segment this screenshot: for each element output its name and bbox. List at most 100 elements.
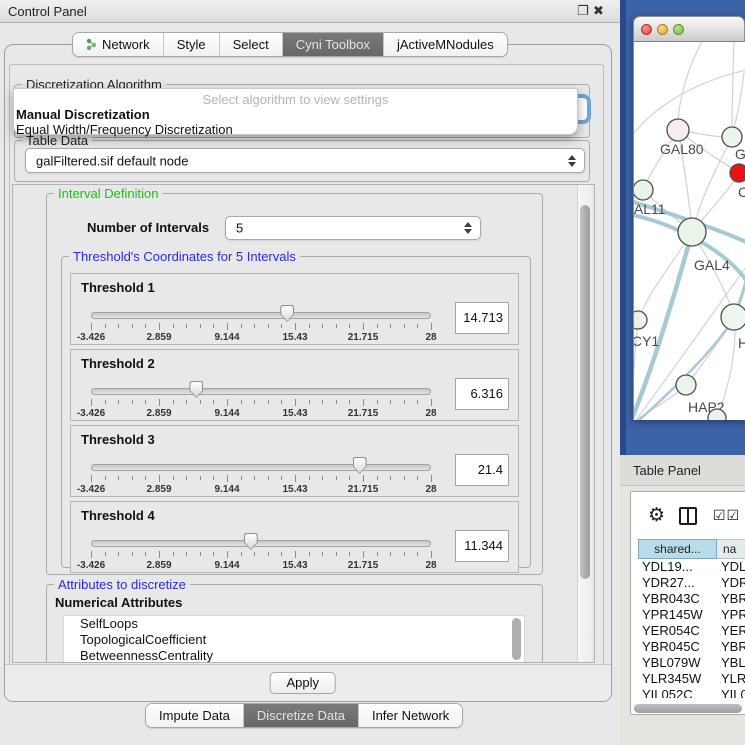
slider-ticks: [91, 399, 431, 407]
slider-track[interactable]: [91, 388, 431, 395]
threshold-slider[interactable]: -3.4262.8599.14415.4321.71528: [91, 274, 431, 346]
column-header-shared[interactable]: shared...: [638, 539, 717, 559]
threshold-slider[interactable]: -3.4262.8599.14415.4321.71528: [91, 502, 431, 574]
node-label: G: [735, 146, 745, 162]
cell-name: YDR2: [717, 575, 745, 591]
attribute-item-betweennesscentrality[interactable]: BetweennessCentrality: [64, 648, 524, 663]
tab-cyni-toolbox[interactable]: Cyni Toolbox: [283, 33, 384, 56]
tab-network[interactable]: Network: [73, 33, 164, 56]
table-row[interactable]: YPR145WYPR1: [638, 607, 745, 623]
horizontal-scrollbar-thumb[interactable]: [634, 704, 742, 713]
cell-name: YBR0: [717, 639, 745, 655]
slider-thumb[interactable]: [244, 533, 258, 550]
tab-discretize-data[interactable]: Discretize Data: [244, 704, 359, 727]
tab-label: Select: [233, 37, 269, 52]
popup-item-equal-width-frequency-discretization[interactable]: Equal Width/Frequency Discretization: [16, 122, 233, 137]
table-row[interactable]: YDR27...YDR2: [638, 575, 745, 591]
table-row[interactable]: YDL19...YDL1: [638, 559, 745, 575]
threshold-rows: Threshold 1 -3.4262.8599.14415.4321.7152…: [62, 257, 532, 569]
node-label: H: [738, 335, 745, 351]
table-data-combobox[interactable]: galFiltered.sif default node: [25, 148, 585, 173]
table-row[interactable]: YBR045CYBR0: [638, 639, 745, 655]
cell-name: YDL1: [717, 559, 745, 575]
attribute-item-selfloops[interactable]: SelfLoops: [64, 616, 524, 632]
slider-thumb[interactable]: [189, 381, 203, 398]
tab-label: Infer Network: [372, 708, 449, 723]
slider-track[interactable]: [91, 464, 431, 471]
cell-name: YBL0: [717, 655, 745, 671]
list-scrollbar-thumb[interactable]: [512, 618, 521, 660]
network-canvas[interactable]: GAL80GCGAL11GAL4GCY1HHAP2: [633, 42, 745, 420]
attribute-item-topologicalcoefficient[interactable]: TopologicalCoefficient: [64, 632, 524, 648]
network-node-gcy1[interactable]: [634, 311, 647, 329]
table-data-group: Table Data galFiltered.sif default node: [14, 140, 590, 182]
threshold-value-field[interactable]: 21.4: [455, 454, 509, 486]
threshold-value-field[interactable]: 6.316: [455, 378, 509, 410]
tick-label: 15.43: [282, 332, 307, 343]
zoom-traffic-light-icon[interactable]: [673, 24, 684, 35]
control-panel-titlebar: Control Panel ❐ ✖: [0, 0, 620, 23]
tick-label: 21.715: [348, 408, 379, 419]
network-node-gal80[interactable]: [667, 119, 689, 141]
close-traffic-light-icon[interactable]: [641, 24, 652, 35]
table-row[interactable]: YBL079WYBL0: [638, 655, 745, 671]
slider-track[interactable]: [91, 312, 431, 319]
network-node-hap2[interactable]: [676, 375, 696, 395]
tick-label: -3.426: [77, 408, 105, 419]
tick-label: 21.715: [348, 332, 379, 343]
vertical-scrollbar-thumb[interactable]: [580, 205, 590, 579]
apply-button[interactable]: Apply: [270, 672, 336, 694]
cell-name: YER0: [717, 623, 745, 639]
cell-shared-name: YPR145W: [638, 607, 717, 623]
split-columns-icon[interactable]: [679, 507, 697, 525]
attributes-group: Attributes to discretize Numerical Attri…: [46, 584, 543, 663]
table-panel-card: ⚙ ☑☑ shared... na YDL19...YDL1YDR27...YD…: [630, 491, 745, 715]
tick-label: 9.144: [214, 560, 239, 571]
network-window-titlebar: [633, 16, 745, 42]
tab-infer-network[interactable]: Infer Network: [359, 704, 462, 727]
network-node-c[interactable]: [730, 164, 745, 182]
slider-thumb[interactable]: [353, 457, 367, 474]
tick-label: 2.859: [146, 560, 171, 571]
checkbox-filter-icons[interactable]: ☑☑: [713, 507, 740, 524]
float-window-icon[interactable]: ❐: [577, 3, 589, 19]
interval-definition-group: Interval Definition Number of Intervals …: [46, 193, 543, 575]
cell-shared-name: YLR345W: [638, 671, 717, 687]
tab-impute-data[interactable]: Impute Data: [146, 704, 244, 727]
slider-track[interactable]: [91, 540, 431, 547]
numerical-attributes-list[interactable]: SelfLoopsTopologicalCoefficientBetweenne…: [63, 615, 525, 663]
table-row[interactable]: YLR345WYLR3: [638, 671, 745, 687]
threshold-value-field[interactable]: 11.344: [455, 530, 509, 562]
table-row[interactable]: YER054CYER0: [638, 623, 745, 639]
attributes-group-label: Attributes to discretize: [54, 577, 190, 592]
column-header-name[interactable]: na: [717, 539, 745, 559]
tab-select[interactable]: Select: [220, 33, 283, 56]
table-row[interactable]: YIL052CYIL0: [638, 687, 745, 698]
slider-ticks: [91, 551, 431, 559]
network-node-h[interactable]: [721, 304, 745, 330]
table-row[interactable]: YBR043CYBR0: [638, 591, 745, 607]
network-node-g[interactable]: [722, 127, 742, 147]
threshold-slider[interactable]: -3.4262.8599.14415.4321.71528: [91, 426, 431, 498]
number-of-intervals-combobox[interactable]: 5: [225, 216, 481, 240]
threshold-slider[interactable]: -3.4262.8599.14415.4321.71528: [91, 350, 431, 422]
tab-jactivemnodules[interactable]: jActiveMNodules: [384, 33, 507, 56]
gear-icon[interactable]: ⚙: [648, 504, 665, 527]
close-icon[interactable]: ✖: [593, 3, 604, 19]
node-label: GAL11: [634, 201, 666, 217]
vertical-scrollbar-track[interactable]: [577, 185, 592, 663]
table-data-combobox-value: galFiltered.sif default node: [36, 153, 188, 168]
threshold-value-field[interactable]: 14.713: [455, 302, 509, 334]
cell-shared-name: YBL079W: [638, 655, 717, 671]
threshold-row: Threshold 4 -3.4262.8599.14415.4321.7152…: [70, 501, 519, 573]
slider-thumb[interactable]: [280, 305, 294, 322]
popup-item-manual-discretization[interactable]: Manual Discretization: [16, 107, 150, 122]
tick-label: 2.859: [146, 332, 171, 343]
tab-label: Discretize Data: [257, 708, 345, 723]
network-node-gal11[interactable]: [634, 180, 653, 200]
tab-style[interactable]: Style: [164, 33, 220, 56]
minimize-traffic-light-icon[interactable]: [657, 24, 668, 35]
network-node-gal4[interactable]: [678, 218, 706, 246]
table-rows: YDL19...YDL1YDR27...YDR2YBR043CYBR0YPR14…: [638, 559, 745, 698]
node-label: GAL80: [660, 141, 704, 157]
